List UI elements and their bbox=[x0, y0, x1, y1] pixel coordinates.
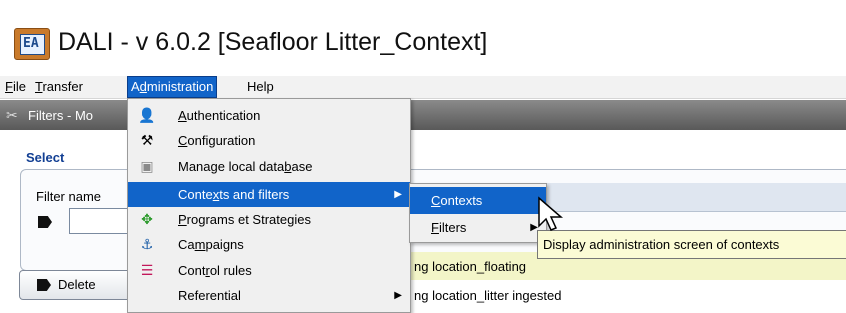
app-logo-icon: EA bbox=[14, 28, 50, 60]
programs-icon: ✥ bbox=[141, 211, 153, 227]
filter-name-label: Filter name bbox=[36, 189, 102, 204]
rules-icon: ☰ bbox=[140, 262, 154, 278]
select-section-label: Select bbox=[26, 150, 65, 165]
delete-icon bbox=[37, 279, 51, 291]
menu-transfer[interactable]: Transfer bbox=[32, 76, 86, 98]
campaign-icon: ⚓ bbox=[140, 236, 154, 252]
menu-item-campaigns[interactable]: ⚓ Campaigns bbox=[128, 232, 410, 257]
menu-item-manage-local-database[interactable]: ▣ Manage local database bbox=[128, 154, 410, 179]
database-icon: ▣ bbox=[140, 158, 154, 174]
menu-item-authentication[interactable]: 👤 Authentication bbox=[128, 103, 410, 128]
mouse-cursor-icon bbox=[538, 196, 564, 231]
tools-icon: ⚒ bbox=[140, 132, 154, 148]
menu-item-programs-strategies[interactable]: ✥ Programs et Strategies bbox=[128, 207, 410, 232]
tooltip: Display administration screen of context… bbox=[537, 230, 846, 259]
administration-dropdown: 👤 Authentication ⚒ Configuration ▣ Manag… bbox=[127, 98, 411, 313]
table-row[interactable]: ng location_litter ingested bbox=[410, 282, 846, 310]
tooltip-text: Display administration screen of context… bbox=[543, 237, 780, 252]
menu-item-configuration[interactable]: ⚒ Configuration bbox=[128, 128, 410, 153]
menu-item-referential[interactable]: Referential ▶ bbox=[128, 283, 410, 308]
submenu-arrow-icon: ▶ bbox=[394, 189, 402, 200]
contexts-filters-submenu: Contexts Filters ▶ bbox=[409, 183, 547, 243]
submenu-item-filters[interactable]: Filters ▶ bbox=[410, 214, 546, 241]
submenu-arrow-icon: ▶ bbox=[394, 290, 402, 301]
menu-help[interactable]: Help bbox=[244, 76, 277, 98]
panel-title: Filters - Mo bbox=[28, 108, 93, 123]
row-label: ng location_litter ingested bbox=[414, 288, 562, 303]
menu-item-control-rules[interactable]: ☰ Control rules bbox=[128, 258, 410, 283]
menu-item-contexts-and-filters[interactable]: Contexts and filters ▶ bbox=[128, 182, 410, 207]
window-title: DALI - v 6.0.2 [Seafloor Litter_Context] bbox=[58, 28, 488, 56]
menu-bar: File Transfer Administration Help bbox=[0, 76, 846, 99]
delete-button[interactable]: Delete bbox=[19, 270, 136, 300]
submenu-item-contexts[interactable]: Contexts bbox=[410, 187, 546, 214]
grid-header bbox=[546, 183, 846, 212]
tools-icon: ✂ bbox=[6, 107, 18, 123]
user-icon: 👤 bbox=[138, 107, 156, 123]
menu-administration[interactable]: Administration bbox=[127, 76, 218, 98]
row-label: ng location_floating bbox=[414, 259, 527, 274]
menu-file[interactable]: File bbox=[2, 76, 29, 98]
